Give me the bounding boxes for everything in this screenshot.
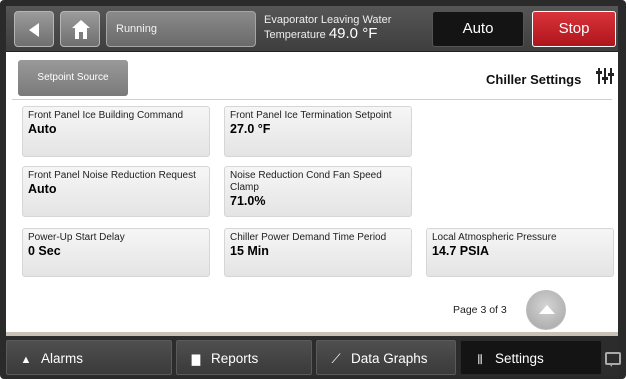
evaporator-temp-readout: Evaporator Leaving Water Temperature 49.… [264, 14, 429, 42]
tile-label: Chiller Power Demand Time Period [230, 232, 387, 243]
tile-value: 71.0% [230, 194, 266, 208]
tile-value: Auto [28, 122, 57, 136]
tile-value: 15 Min [230, 244, 269, 258]
back-button[interactable] [14, 11, 54, 47]
report-icon: ▇ [191, 354, 201, 366]
tile-label: Front Panel Noise Reduction Request [28, 170, 196, 181]
tab-reports[interactable]: ▇ Reports [176, 340, 312, 375]
graph-icon: ⟋ [331, 351, 341, 366]
tile-value: 0 Sec [28, 244, 61, 258]
tile-label: Front Panel Ice Building Command [28, 110, 184, 121]
header-divider [12, 99, 612, 100]
page-up-button[interactable] [526, 290, 566, 330]
tab-label: Reports [211, 351, 259, 366]
tile-label: Local Atmospheric Pressure [432, 232, 557, 243]
home-button[interactable] [60, 11, 100, 47]
tab-data-graphs[interactable]: ⟋ Data Graphs [316, 340, 456, 375]
tile-ice-building-command[interactable]: Front Panel Ice Building Command Auto [22, 106, 210, 157]
auto-button[interactable]: Auto [432, 11, 524, 47]
page-title: Chiller Settings [486, 72, 582, 87]
tile-value: 14.7 PSIA [432, 244, 489, 258]
bell-icon: ▲ [20, 354, 32, 366]
tile-power-demand-time-period[interactable]: Chiller Power Demand Time Period 15 Min [224, 228, 412, 277]
back-arrow-icon [29, 23, 39, 37]
settings-panel: Setpoint Source Chiller Settings Front P… [6, 52, 618, 332]
bottom-nav: ▲ Alarms ▇ Reports ⟋ Data Graphs ⫼ Settings [6, 336, 618, 376]
stop-button[interactable]: Stop [532, 11, 616, 47]
settings-icon: ⫼ [477, 354, 483, 366]
tab-label: Data Graphs [351, 351, 428, 366]
tile-atmospheric-pressure[interactable]: Local Atmospheric Pressure 14.7 PSIA [426, 228, 614, 277]
up-arrow-icon [539, 305, 555, 314]
tile-label: Noise Reduction Cond Fan Speed Clamp [230, 170, 382, 193]
tile-value: 27.0 °F [230, 122, 271, 136]
tile-value: Auto [28, 182, 57, 196]
tab-label: Alarms [41, 351, 84, 366]
tile-label: Power-Up Start Delay [28, 232, 125, 243]
sliders-icon[interactable] [596, 68, 614, 84]
tab-alarms[interactable]: ▲ Alarms [6, 340, 172, 375]
top-bar: Running Evaporator Leaving Water Tempera… [6, 6, 618, 52]
chat-icon[interactable] [605, 352, 621, 367]
running-status-button[interactable]: Running [106, 11, 256, 47]
tile-cond-fan-speed-clamp[interactable]: Noise Reduction Cond Fan Speed Clamp 71.… [224, 166, 412, 217]
tile-label: Front Panel Ice Termination Setpoint [230, 110, 392, 121]
tile-ice-termination-setpoint[interactable]: Front Panel Ice Termination Setpoint 27.… [224, 106, 412, 157]
setpoint-source-button[interactable]: Setpoint Source [18, 60, 128, 96]
page-indicator: Page 3 of 3 [453, 304, 507, 316]
tab-label: Settings [495, 351, 544, 366]
evap-label-line2: Temperature [264, 29, 326, 41]
tile-noise-reduction-request[interactable]: Front Panel Noise Reduction Request Auto [22, 166, 210, 217]
evap-temp-value: 49.0 °F [328, 25, 378, 42]
tab-settings[interactable]: ⫼ Settings [460, 340, 602, 375]
tile-power-up-start-delay[interactable]: Power-Up Start Delay 0 Sec [22, 228, 210, 277]
